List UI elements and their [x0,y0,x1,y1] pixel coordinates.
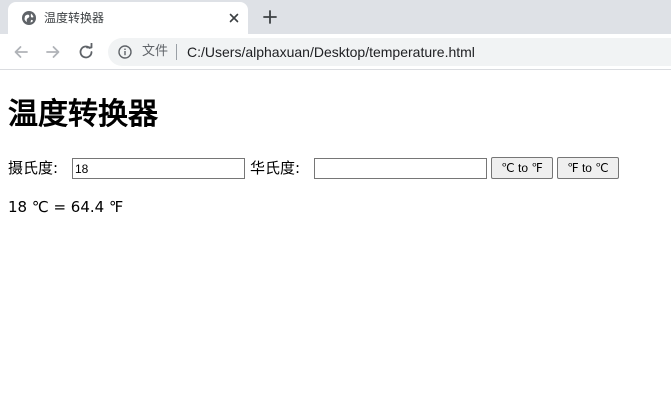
fahrenheit-label: 华氏度: [250,159,301,177]
fahrenheit-to-celsius-button[interactable]: ℉ to ℃ [557,157,619,179]
info-icon[interactable] [118,45,132,59]
page-content: 温度转换器 摄氏度: 华氏度: ℃ to ℉ ℉ to ℃ 18 ℃ = 64.… [0,71,671,409]
celsius-label: 摄氏度: [8,159,59,177]
back-arrow-icon[interactable] [12,43,30,61]
fahrenheit-input[interactable] [314,158,487,179]
address-separator [176,44,177,60]
globe-icon [22,11,36,25]
tab-title: 温度转换器 [44,11,105,25]
security-chip-label[interactable]: 文件 [142,44,168,60]
browser-toolbar: 文件 C:/Users/alphaxuan/Desktop/temperatur… [0,34,671,70]
celsius-input[interactable] [72,158,245,179]
new-tab-plus-icon[interactable] [262,9,278,25]
celsius-to-fahrenheit-button[interactable]: ℃ to ℉ [491,157,553,179]
page-title: 温度转换器 [8,97,158,132]
reload-icon[interactable] [77,43,95,61]
forward-arrow-icon[interactable] [44,43,62,61]
close-icon[interactable] [226,10,242,26]
url-text[interactable]: C:/Users/alphaxuan/Desktop/temperature.h… [187,43,475,61]
address-bar[interactable]: 文件 C:/Users/alphaxuan/Desktop/temperatur… [108,38,671,66]
tab-strip: 温度转换器 [0,0,671,34]
conversion-result: 18 ℃ = 64.4 ℉ [8,198,124,216]
browser-tab[interactable]: 温度转换器 [8,2,248,34]
